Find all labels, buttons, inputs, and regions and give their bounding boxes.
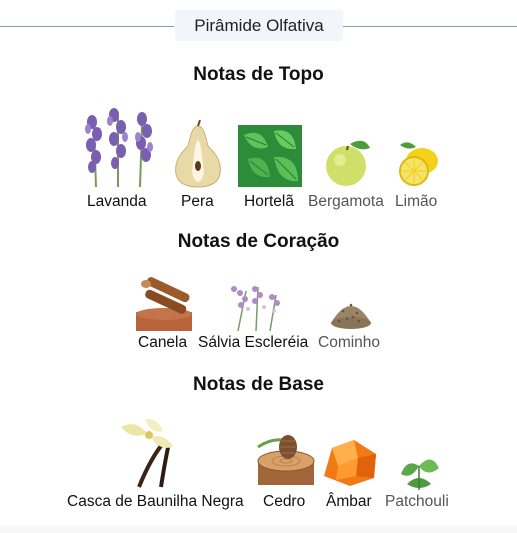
lemon-image — [399, 142, 438, 186]
section-title-top-notes: Notas de Topo — [193, 64, 324, 85]
patchouli-image — [401, 459, 439, 490]
note-label: Lavanda — [87, 193, 147, 210]
note-label: Pera — [181, 193, 214, 210]
vanilla-image — [121, 418, 173, 488]
note-label: Sálvia Escleréia — [198, 334, 309, 351]
section-title-heart-notes: Notas de Coração — [177, 231, 340, 252]
header-divider-left — [0, 26, 174, 27]
header-title: Pirâmide Olfativa — [175, 10, 343, 41]
note-label: Cedro — [263, 493, 306, 510]
header-divider-right — [343, 26, 517, 27]
section-title-base-notes: Notas de Base — [193, 374, 324, 395]
note-label: Canela — [138, 334, 188, 351]
amber-image — [324, 440, 376, 486]
note-label: Bergamota — [308, 193, 384, 210]
note-label: Âmbar — [326, 493, 372, 510]
note-label: Limão — [395, 193, 438, 210]
cumin-image — [331, 303, 371, 329]
mint-image — [238, 125, 302, 187]
bergamot-image — [326, 140, 370, 186]
pear-image — [175, 120, 221, 188]
note-label: Cominho — [318, 334, 381, 351]
note-label: Hortelã — [244, 193, 294, 210]
clary-sage-image — [231, 286, 280, 331]
olfactory-pyramid-header: Pirâmide Olfativa — [0, 10, 517, 42]
footer-band — [0, 526, 517, 533]
cedar-image — [257, 435, 315, 485]
cinnamon-image — [136, 277, 192, 331]
note-label: Casca de Baunilha Negra — [67, 493, 244, 510]
lavender-image — [85, 108, 153, 188]
note-label: Patchouli — [385, 493, 449, 510]
